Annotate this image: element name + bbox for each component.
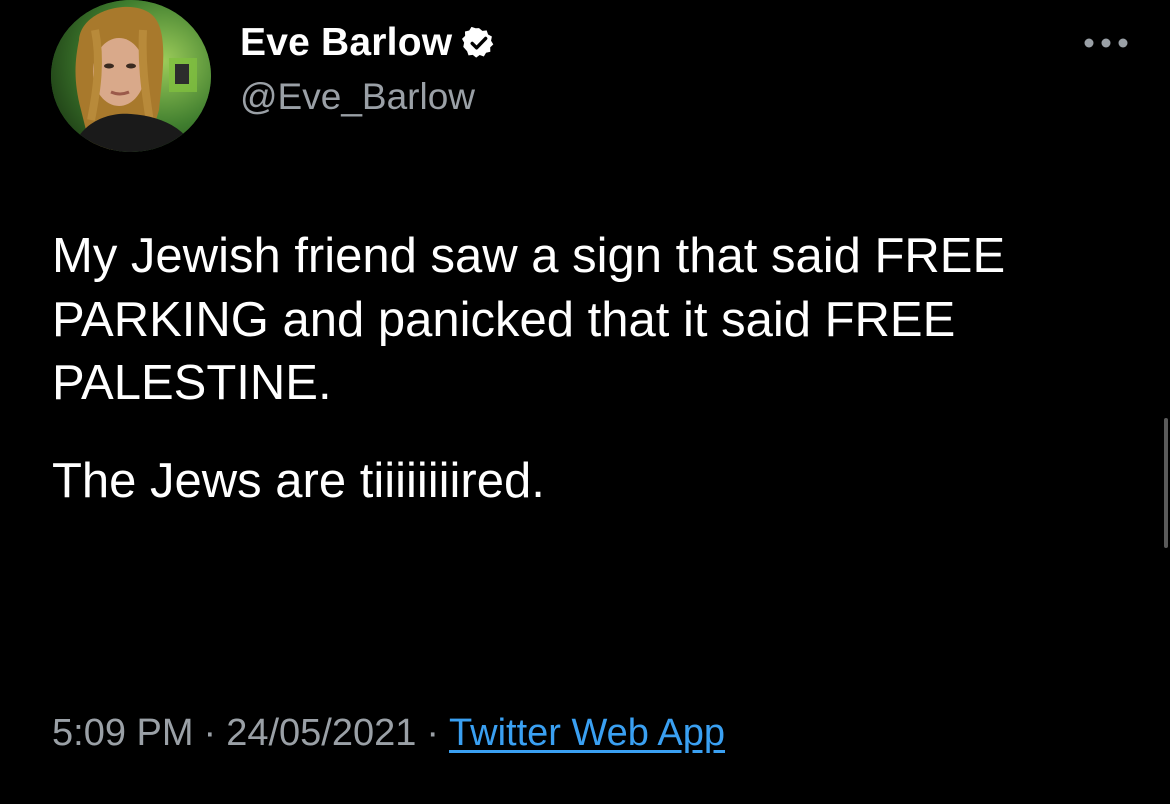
scrollbar[interactable] xyxy=(1164,418,1168,548)
source-link[interactable]: Twitter Web App xyxy=(449,712,725,754)
avatar[interactable] xyxy=(51,0,211,152)
tweet-time: 5:09 PM xyxy=(52,712,194,754)
meta-separator: · xyxy=(203,712,217,754)
author-block: Eve Barlow @Eve_Barlow xyxy=(240,14,496,118)
more-options-icon[interactable] xyxy=(1083,36,1129,48)
tweet-meta: 5:09 PM · 24/05/2021 · Twitter Web App xyxy=(52,712,725,755)
verified-badge-icon xyxy=(462,26,496,60)
tweet-paragraph: The Jews are tiiiiiiiired. xyxy=(52,454,545,509)
tweet-date: 24/05/2021 xyxy=(226,712,417,754)
tweet-card: Eve Barlow @Eve_Barlow My Jewish friend … xyxy=(0,0,1170,804)
avatar-image xyxy=(51,0,211,152)
tweet-text: My Jewish friend saw a sign that said FR… xyxy=(52,225,1132,514)
meta-separator: · xyxy=(426,712,440,754)
name-row: Eve Barlow xyxy=(240,14,496,72)
display-name[interactable]: Eve Barlow xyxy=(240,21,452,65)
tweet-paragraph: My Jewish friend saw a sign that said FR… xyxy=(52,229,1006,411)
user-handle[interactable]: @Eve_Barlow xyxy=(240,76,496,118)
